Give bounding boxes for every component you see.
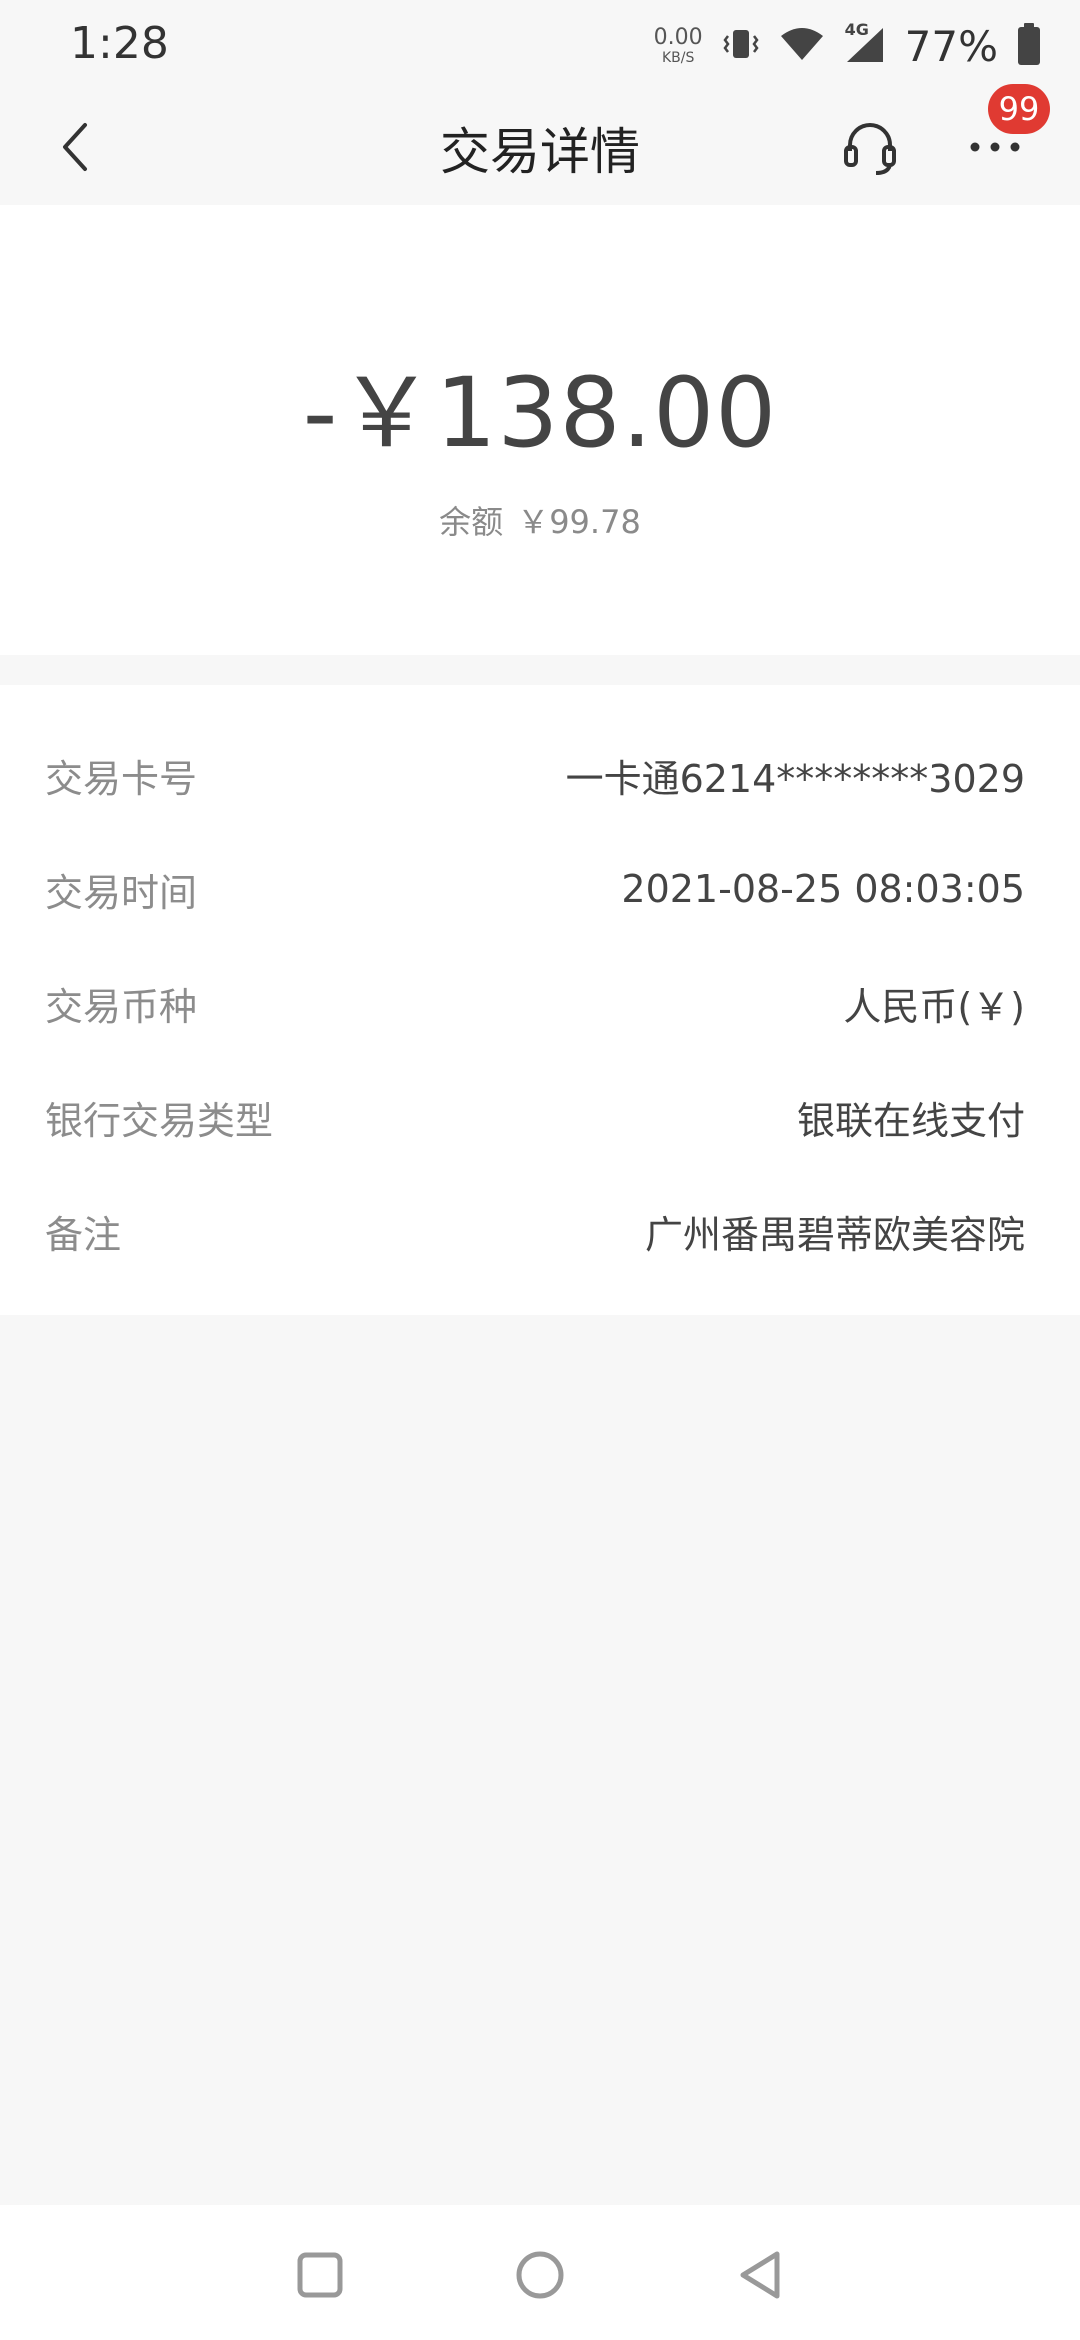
- detail-row-remark: 备注 广州番禺碧蒂欧美容院: [45, 1201, 1025, 1261]
- detail-value: 一卡通6214********3029: [565, 756, 1025, 801]
- page-title: 交易详情: [440, 123, 640, 181]
- detail-row-card-number: 交易卡号 一卡通6214********3029: [45, 745, 1025, 805]
- network-type: 4G: [844, 20, 869, 39]
- detail-label: 备注: [45, 1212, 122, 1257]
- network-speed-unit: KB/S: [661, 50, 695, 66]
- recent-apps-icon: [297, 2252, 343, 2298]
- wifi-icon: [779, 24, 825, 68]
- header: 交易详情 99: [0, 84, 1080, 205]
- detail-label: 交易币种: [45, 984, 198, 1029]
- details-card: 交易卡号 一卡通6214********3029 交易时间 2021-08-25…: [0, 685, 1080, 1315]
- back-triangle-icon: [740, 2251, 780, 2299]
- battery-icon: [1016, 22, 1042, 70]
- headset-icon: [844, 123, 896, 175]
- detail-row-time: 交易时间 2021-08-25 08:03:05: [45, 859, 1025, 919]
- detail-row-type: 银行交易类型 银联在线支付: [45, 1087, 1025, 1147]
- status-icons: 0.00 KB/S 4G 77%: [654, 16, 1042, 76]
- home-button[interactable]: [510, 2245, 570, 2305]
- balance-label: 余额: [439, 503, 504, 541]
- system-nav-bar: [0, 2205, 1080, 2340]
- detail-value: 银联在线支付: [796, 1098, 1025, 1143]
- system-back-button[interactable]: [730, 2245, 790, 2305]
- battery-percent: 77%: [904, 21, 998, 71]
- transaction-amount: -￥138.00: [302, 357, 778, 469]
- recent-apps-button[interactable]: [290, 2245, 350, 2305]
- notification-badge: 99: [988, 84, 1050, 134]
- detail-row-currency: 交易币种 人民币(￥): [45, 973, 1025, 1033]
- cellular-signal-icon: 4G: [843, 20, 887, 68]
- detail-label: 交易卡号: [45, 756, 198, 801]
- balance-line: 余额 ￥99.78: [0, 497, 1080, 543]
- detail-value: 2021-08-25 08:03:05: [621, 867, 1025, 911]
- detail-value: 广州番禺碧蒂欧美容院: [644, 1212, 1025, 1257]
- amount-card: -￥138.00 余额 ￥99.78: [0, 205, 1080, 655]
- detail-label: 银行交易类型: [45, 1098, 274, 1143]
- detail-label: 交易时间: [45, 870, 198, 915]
- status-bar: 1:28 0.00 KB/S 4G 77%: [0, 0, 1080, 90]
- vibrate-icon: [721, 24, 761, 68]
- detail-value: 人民币(￥): [843, 984, 1025, 1029]
- balance-value: ￥99.78: [517, 503, 641, 541]
- home-icon: [516, 2251, 564, 2299]
- network-speed-value: 0.00: [653, 25, 703, 50]
- customer-service-button[interactable]: [835, 112, 905, 182]
- status-time: 1:28: [70, 18, 169, 69]
- network-speed: 0.00 KB/S: [653, 25, 703, 66]
- more-dots-icon: [970, 142, 1020, 152]
